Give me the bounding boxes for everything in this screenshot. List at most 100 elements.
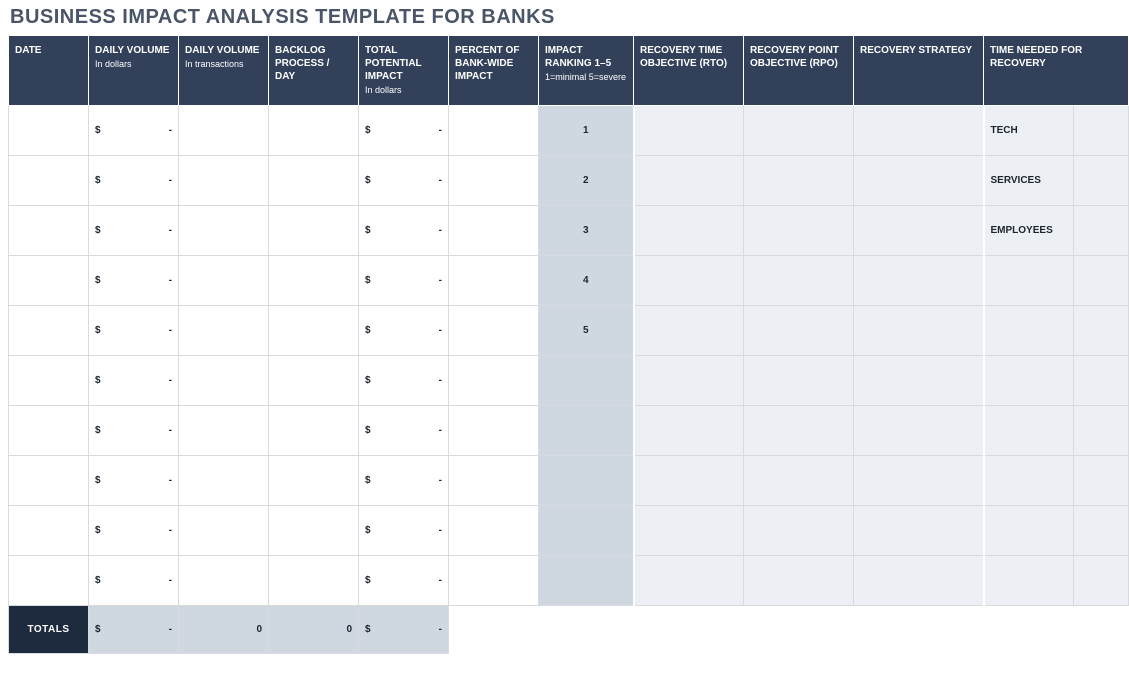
cell-daily-volume-dollars[interactable]: $- <box>89 355 179 405</box>
cell-rank[interactable]: 3 <box>539 205 634 255</box>
cell-date[interactable] <box>9 505 89 555</box>
cell-backlog[interactable] <box>269 355 359 405</box>
cell-total-potential[interactable]: $- <box>359 355 449 405</box>
cell-total-potential[interactable]: $- <box>359 255 449 305</box>
cell-time-value[interactable] <box>1074 155 1129 205</box>
cell-rank[interactable]: 1 <box>539 105 634 155</box>
cell-time-value[interactable] <box>1074 105 1129 155</box>
cell-percent[interactable] <box>449 205 539 255</box>
cell-daily-volume-dollars[interactable]: $- <box>89 455 179 505</box>
cell-time-value[interactable] <box>1074 305 1129 355</box>
cell-time-value[interactable] <box>1074 455 1129 505</box>
cell-daily-volume-dollars[interactable]: $- <box>89 505 179 555</box>
cell-time-label[interactable] <box>984 405 1074 455</box>
cell-percent[interactable] <box>449 355 539 405</box>
cell-rank[interactable] <box>539 355 634 405</box>
cell-backlog[interactable] <box>269 555 359 605</box>
cell-daily-volume-tx[interactable] <box>179 505 269 555</box>
cell-total-potential[interactable]: $- <box>359 555 449 605</box>
cell-backlog[interactable] <box>269 405 359 455</box>
cell-total-potential[interactable]: $- <box>359 105 449 155</box>
cell-rto[interactable] <box>634 255 744 305</box>
cell-rto[interactable] <box>634 205 744 255</box>
cell-rank[interactable]: 2 <box>539 155 634 205</box>
cell-strategy[interactable] <box>854 505 984 555</box>
cell-percent[interactable] <box>449 505 539 555</box>
cell-time-label[interactable] <box>984 455 1074 505</box>
cell-rpo[interactable] <box>744 155 854 205</box>
cell-daily-volume-tx[interactable] <box>179 455 269 505</box>
cell-daily-volume-dollars[interactable]: $- <box>89 155 179 205</box>
cell-rto[interactable] <box>634 305 744 355</box>
cell-total-potential[interactable]: $- <box>359 505 449 555</box>
cell-daily-volume-dollars[interactable]: $- <box>89 255 179 305</box>
cell-daily-volume-dollars[interactable]: $- <box>89 305 179 355</box>
cell-daily-volume-tx[interactable] <box>179 155 269 205</box>
cell-rto[interactable] <box>634 405 744 455</box>
cell-daily-volume-tx[interactable] <box>179 105 269 155</box>
cell-rto[interactable] <box>634 455 744 505</box>
cell-date[interactable] <box>9 105 89 155</box>
cell-date[interactable] <box>9 205 89 255</box>
cell-strategy[interactable] <box>854 205 984 255</box>
totals-daily-volume-dollars[interactable]: $- <box>89 605 179 653</box>
cell-percent[interactable] <box>449 155 539 205</box>
cell-time-value[interactable] <box>1074 555 1129 605</box>
cell-strategy[interactable] <box>854 255 984 305</box>
cell-strategy[interactable] <box>854 355 984 405</box>
cell-date[interactable] <box>9 555 89 605</box>
cell-rto[interactable] <box>634 105 744 155</box>
cell-rpo[interactable] <box>744 255 854 305</box>
cell-date[interactable] <box>9 155 89 205</box>
cell-backlog[interactable] <box>269 455 359 505</box>
cell-percent[interactable] <box>449 255 539 305</box>
cell-rpo[interactable] <box>744 305 854 355</box>
cell-time-label[interactable] <box>984 305 1074 355</box>
cell-date[interactable] <box>9 405 89 455</box>
cell-backlog[interactable] <box>269 105 359 155</box>
cell-rpo[interactable] <box>744 455 854 505</box>
cell-strategy[interactable] <box>854 155 984 205</box>
cell-time-value[interactable] <box>1074 405 1129 455</box>
cell-daily-volume-dollars[interactable]: $- <box>89 105 179 155</box>
cell-backlog[interactable] <box>269 205 359 255</box>
cell-rpo[interactable] <box>744 205 854 255</box>
cell-backlog[interactable] <box>269 155 359 205</box>
cell-percent[interactable] <box>449 405 539 455</box>
cell-strategy[interactable] <box>854 405 984 455</box>
cell-time-label[interactable]: SERVICES <box>984 155 1074 205</box>
cell-strategy[interactable] <box>854 305 984 355</box>
cell-strategy[interactable] <box>854 555 984 605</box>
cell-time-value[interactable] <box>1074 255 1129 305</box>
cell-percent[interactable] <box>449 305 539 355</box>
cell-backlog[interactable] <box>269 255 359 305</box>
cell-percent[interactable] <box>449 455 539 505</box>
cell-rpo[interactable] <box>744 555 854 605</box>
cell-rank[interactable]: 5 <box>539 305 634 355</box>
cell-percent[interactable] <box>449 105 539 155</box>
cell-backlog[interactable] <box>269 305 359 355</box>
cell-rpo[interactable] <box>744 505 854 555</box>
cell-daily-volume-tx[interactable] <box>179 555 269 605</box>
cell-rank[interactable] <box>539 555 634 605</box>
cell-time-label[interactable] <box>984 555 1074 605</box>
cell-daily-volume-dollars[interactable]: $- <box>89 405 179 455</box>
cell-rpo[interactable] <box>744 355 854 405</box>
cell-time-label[interactable]: TECH <box>984 105 1074 155</box>
cell-rto[interactable] <box>634 355 744 405</box>
cell-daily-volume-tx[interactable] <box>179 355 269 405</box>
cell-time-label[interactable] <box>984 255 1074 305</box>
cell-total-potential[interactable]: $- <box>359 455 449 505</box>
cell-daily-volume-tx[interactable] <box>179 205 269 255</box>
cell-rto[interactable] <box>634 555 744 605</box>
cell-date[interactable] <box>9 455 89 505</box>
cell-date[interactable] <box>9 355 89 405</box>
cell-rpo[interactable] <box>744 405 854 455</box>
cell-rank[interactable] <box>539 505 634 555</box>
cell-date[interactable] <box>9 305 89 355</box>
cell-time-label[interactable] <box>984 355 1074 405</box>
cell-rank[interactable] <box>539 455 634 505</box>
cell-rank[interactable] <box>539 405 634 455</box>
cell-rto[interactable] <box>634 155 744 205</box>
cell-rpo[interactable] <box>744 105 854 155</box>
